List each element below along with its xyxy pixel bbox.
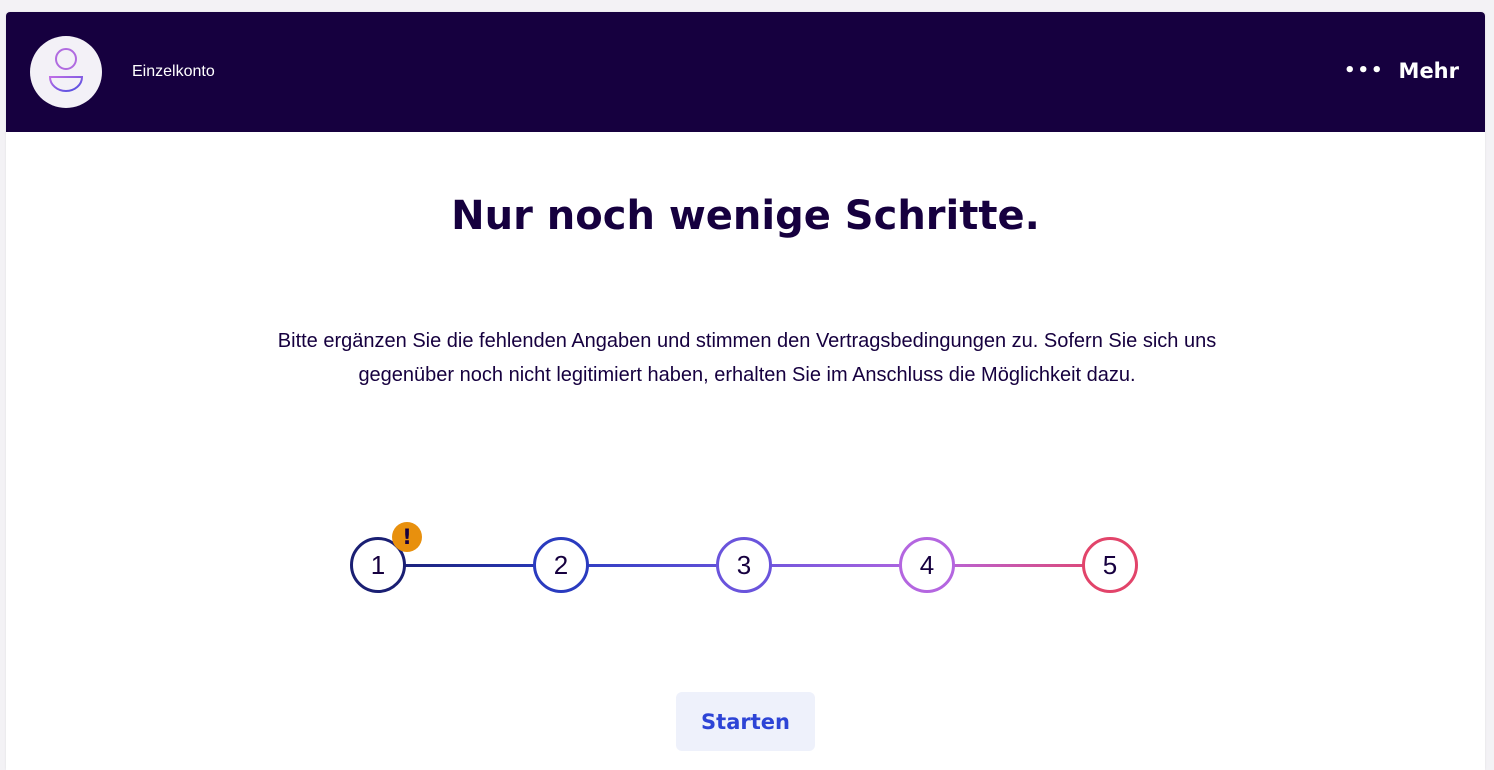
step-4-label: 4: [919, 549, 935, 580]
step-1-label: 1: [370, 549, 386, 580]
page-title: Nur noch wenige Schritte.: [451, 193, 1040, 239]
user-icon: [48, 48, 84, 92]
step-3[interactable]: 3: [716, 537, 772, 593]
more-menu-button[interactable]: ••• Mehr: [1344, 58, 1459, 84]
warning-icon: !: [392, 522, 422, 552]
step-4[interactable]: 4: [899, 537, 955, 593]
start-button[interactable]: Starten: [676, 692, 815, 751]
step-3-label: 3: [736, 549, 752, 580]
step-2[interactable]: 2: [533, 537, 589, 593]
step-2-label: 2: [553, 549, 569, 580]
account-name[interactable]: Einzelkonto: [132, 62, 215, 82]
header-bar: Einzelkonto ••• Mehr: [6, 12, 1485, 132]
page-description: Bitte ergänzen Sie die fehlenden Angaben…: [277, 330, 1217, 386]
progress-stepper: 1 ! 2 3 4 5: [6, 522, 1485, 622]
step-5[interactable]: 5: [1082, 537, 1138, 593]
more-label: Mehr: [1398, 59, 1459, 83]
avatar[interactable]: [30, 36, 102, 108]
main-card: Einzelkonto ••• Mehr Nur noch wenige Sch…: [6, 12, 1485, 770]
step-5-label: 5: [1102, 549, 1118, 580]
more-dots-icon: •••: [1344, 60, 1385, 81]
